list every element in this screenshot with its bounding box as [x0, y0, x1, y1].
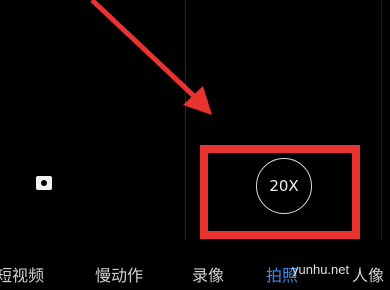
zoom-level-label: 20X	[269, 177, 299, 195]
grid-line	[381, 0, 382, 240]
mode-portrait[interactable]: 人像	[352, 262, 384, 286]
watermark: yunhu.net	[292, 262, 350, 277]
macro-icon-dot	[41, 180, 47, 186]
zoom-level-button[interactable]: 20X	[256, 158, 312, 214]
grid-line	[185, 0, 186, 240]
mode-video[interactable]: 录像	[192, 262, 224, 286]
mode-short-video[interactable]: 短视频	[0, 262, 44, 286]
macro-mode-icon[interactable]	[36, 176, 52, 190]
mode-slow-motion[interactable]: 慢动作	[95, 262, 143, 286]
